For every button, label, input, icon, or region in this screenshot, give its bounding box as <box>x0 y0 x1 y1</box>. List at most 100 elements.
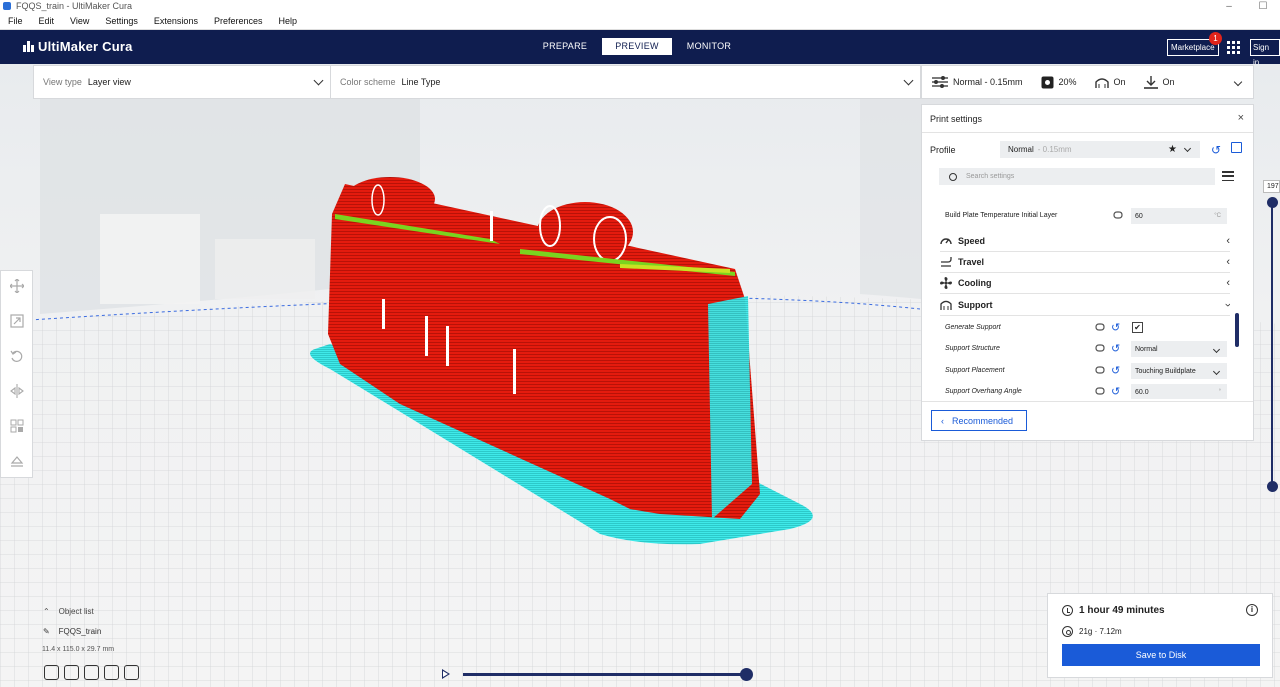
menu-help[interactable]: Help <box>278 16 297 26</box>
print-setup-bar[interactable]: Normal - 0.15mm 20% On On <box>921 65 1254 99</box>
menu-settings[interactable]: Settings <box>105 16 138 26</box>
timeline-track[interactable] <box>463 673 745 676</box>
chevron-down-icon[interactable] <box>1233 77 1243 87</box>
layer-number-field[interactable]: 197 <box>1263 180 1280 193</box>
menu-extensions[interactable]: Extensions <box>154 16 198 26</box>
reset-icon[interactable]: ↺ <box>1111 321 1120 334</box>
play-icon[interactable] <box>442 669 450 679</box>
support-icon <box>940 300 952 310</box>
chevron-down-icon <box>1212 345 1221 353</box>
menu-edit[interactable]: Edit <box>39 16 55 26</box>
category-travel[interactable]: Travel ‹ <box>940 252 1230 273</box>
maximize-button[interactable]: ☐ <box>1246 1 1280 12</box>
category-cooling[interactable]: Cooling ‹ <box>940 273 1230 294</box>
view-3d-icon[interactable] <box>44 665 59 680</box>
minimize-button[interactable]: – <box>1212 1 1246 12</box>
clock-icon <box>1062 605 1073 616</box>
divider <box>922 401 1253 402</box>
save-icon[interactable] <box>1231 142 1242 153</box>
object-dimensions: 11.4 x 115.0 x 29.7 mm <box>42 646 115 653</box>
per-model-settings-icon[interactable] <box>10 419 24 433</box>
link-icon[interactable] <box>1094 386 1106 396</box>
hamburger-menu-icon[interactable] <box>1222 171 1234 181</box>
sign-in-button[interactable]: Sign in <box>1250 39 1280 67</box>
settings-scrollbar[interactable] <box>1235 313 1239 347</box>
infill-summary: 20% <box>1041 76 1077 89</box>
setting-label: Support Placement <box>945 367 1005 374</box>
info-icon[interactable]: i <box>1246 604 1258 616</box>
chevron-down-icon <box>313 75 324 86</box>
field-value: 60 <box>1135 212 1143 220</box>
support-placement-select[interactable]: Touching Buildplate <box>1131 363 1227 379</box>
link-icon[interactable] <box>1094 365 1106 375</box>
layer-slider-top-handle[interactable] <box>1267 197 1278 208</box>
apps-grid-icon[interactable] <box>1227 41 1240 54</box>
mirror-icon[interactable] <box>10 384 24 398</box>
menu-file[interactable]: File <box>8 16 23 26</box>
layer-slider-bottom-handle[interactable] <box>1267 481 1278 492</box>
chevron-down-icon <box>1212 367 1221 375</box>
chevron-down-icon <box>903 75 914 86</box>
build-plate-temp-field[interactable]: 60 °C <box>1131 208 1227 224</box>
field-value: Touching Buildplate <box>1135 367 1196 375</box>
tab-prepare[interactable]: PREPARE <box>530 38 600 55</box>
tab-monitor[interactable]: MONITOR <box>674 38 744 55</box>
category-support[interactable]: Support ‹ <box>940 295 1234 316</box>
view-type-dropdown[interactable]: View type Layer view <box>34 66 331 98</box>
star-icon[interactable]: ★ <box>1168 144 1177 155</box>
view-right-icon[interactable] <box>124 665 139 680</box>
close-icon[interactable]: × <box>1238 112 1244 124</box>
generate-support-checkbox[interactable]: ✔ <box>1132 322 1143 333</box>
adhesion-icon <box>1143 75 1158 89</box>
rotate-icon[interactable] <box>10 349 24 363</box>
support-blocker-icon[interactable] <box>10 454 24 468</box>
reset-icon[interactable]: ↺ <box>1111 385 1120 398</box>
scale-icon[interactable] <box>10 314 24 328</box>
recommended-button[interactable]: ‹ Recommended <box>931 410 1027 431</box>
overhang-angle-field[interactable]: 60.0 ° <box>1131 384 1227 399</box>
chevron-left-icon: ‹ <box>1226 277 1230 289</box>
reset-icon[interactable]: ↺ <box>1211 143 1221 157</box>
settings-list[interactable]: Build Plate Temperature Initial Layer 60… <box>922 191 1253 399</box>
print-settings-panel: Print settings × Profile Normal - 0.15mm… <box>921 104 1254 441</box>
chevron-down-icon: ‹ <box>1222 303 1235 307</box>
layer-slider-track <box>1271 204 1273 485</box>
reset-icon[interactable]: ↺ <box>1111 342 1120 355</box>
search-settings-input[interactable]: Search settings <box>939 168 1215 185</box>
field-unit: ° <box>1218 389 1221 395</box>
profile-dropdown[interactable]: Normal - 0.15mm ★ <box>1000 141 1200 158</box>
spool-icon <box>1062 626 1073 637</box>
timeline-handle[interactable] <box>740 668 753 681</box>
travel-icon <box>941 257 952 267</box>
menu-view[interactable]: View <box>70 16 89 26</box>
link-icon[interactable] <box>1094 322 1106 332</box>
object-item[interactable]: ✎ FQQS_train <box>43 627 101 636</box>
setting-row-build-plate-temp: Build Plate Temperature Initial Layer 60… <box>922 205 1253 226</box>
move-icon[interactable] <box>10 279 24 293</box>
print-time: 1 hour 49 minutes <box>1062 605 1165 616</box>
category-speed[interactable]: Speed ‹ <box>940 231 1230 252</box>
view-top-icon[interactable] <box>84 665 99 680</box>
reset-icon[interactable]: ↺ <box>1111 364 1120 377</box>
tab-preview[interactable]: PREVIEW <box>602 38 672 55</box>
setting-label: Generate Support <box>945 324 1001 331</box>
object-list-toggle[interactable]: ⌃ Object list <box>43 607 94 616</box>
window-controls: – ☐ <box>1212 1 1280 12</box>
left-toolbar <box>0 270 33 478</box>
view-front-icon[interactable] <box>64 665 79 680</box>
setting-row-generate-support: Generate Support ↺ ✔ <box>922 317 1253 338</box>
logo-text: UltiMaker Cura <box>38 39 133 54</box>
profile-label: Profile <box>930 145 956 155</box>
category-label: Cooling <box>958 278 992 288</box>
link-icon[interactable] <box>1094 343 1106 353</box>
field-value: Normal <box>1135 345 1158 353</box>
search-placeholder: Search settings <box>966 173 1015 180</box>
support-structure-select[interactable]: Normal <box>1131 341 1227 357</box>
support-icon <box>1094 77 1109 88</box>
menu-preferences[interactable]: Preferences <box>214 16 263 26</box>
color-scheme-dropdown[interactable]: Color scheme Line Type <box>331 66 920 98</box>
layer-slider[interactable] <box>1267 197 1278 492</box>
link-icon[interactable] <box>1112 210 1124 220</box>
view-left-icon[interactable] <box>104 665 119 680</box>
save-to-disk-button[interactable]: Save to Disk <box>1062 644 1260 666</box>
